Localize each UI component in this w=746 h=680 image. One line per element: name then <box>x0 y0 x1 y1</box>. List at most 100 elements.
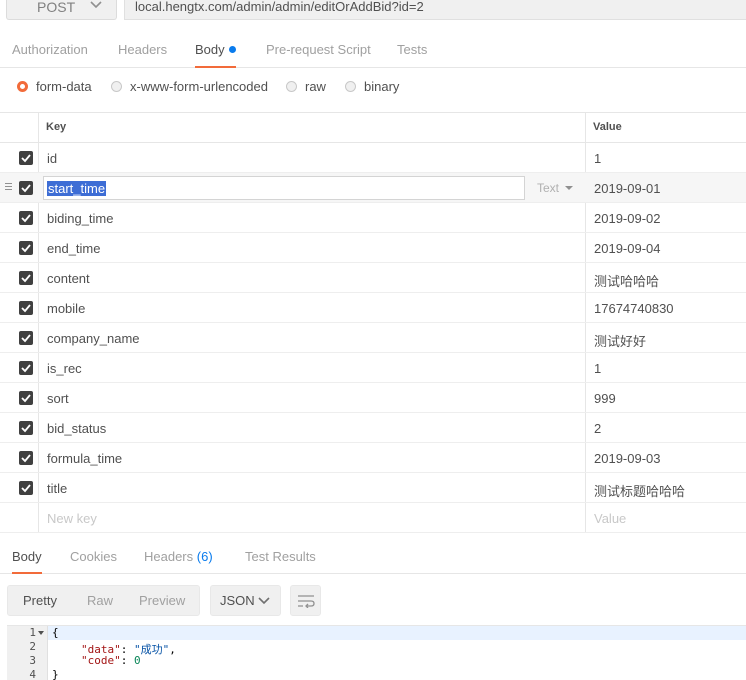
table-row: bid_status 2 <box>0 413 746 443</box>
row-checkbox[interactable] <box>19 211 33 225</box>
line-number-gutter: 1 2 3 4 <box>7 626 48 680</box>
tab-body[interactable]: Body <box>195 42 236 68</box>
radio-binary[interactable]: binary <box>345 79 399 94</box>
row-key[interactable]: company_name <box>47 331 140 346</box>
row-value[interactable]: 测试标题哈哈哈 <box>594 481 685 500</box>
radio-selected-icon <box>17 81 28 92</box>
tab-response-body[interactable]: Body <box>12 549 42 574</box>
mode-preview-button[interactable]: Preview <box>139 593 185 608</box>
mode-raw-button[interactable]: Raw <box>87 593 113 608</box>
table-row: title 测试标题哈哈哈 <box>0 473 746 503</box>
radio-raw[interactable]: raw <box>286 79 326 94</box>
line-number: 1 <box>29 626 36 639</box>
checkmark-icon <box>21 394 31 403</box>
row-checkbox[interactable] <box>19 271 33 285</box>
row-checkbox[interactable] <box>19 241 33 255</box>
tab-tests[interactable]: Tests <box>397 42 427 68</box>
json-key: "code" <box>81 654 121 667</box>
table-row: content 测试哈哈哈 <box>0 263 746 293</box>
row-key[interactable]: mobile <box>47 301 85 316</box>
radio-x-www-form-urlencoded[interactable]: x-www-form-urlencoded <box>111 79 268 94</box>
drag-handle-icon[interactable] <box>5 183 12 193</box>
row-value[interactable]: 2019-09-02 <box>594 211 661 226</box>
table-row: is_rec 1 <box>0 353 746 383</box>
fold-caret-icon[interactable] <box>38 631 44 635</box>
key-type-label: Text <box>537 181 560 195</box>
row-value[interactable]: 2019-09-01 <box>594 181 661 196</box>
row-value[interactable]: 1 <box>594 361 601 376</box>
key-edit-input[interactable]: start_time <box>43 176 525 200</box>
row-key[interactable]: formula_time <box>47 451 122 466</box>
row-checkbox[interactable] <box>19 301 33 315</box>
code-line: { <box>48 626 746 640</box>
close-brace: } <box>52 668 59 680</box>
comma: , <box>169 643 176 656</box>
table-row: formula_time 2019-09-03 <box>0 443 746 473</box>
response-code-view[interactable]: 1 2 3 4 { "data": "成功", "code": 0 } <box>7 625 746 680</box>
radio-form-data[interactable]: form-data <box>17 79 92 94</box>
line-number: 4 <box>29 668 36 680</box>
row-value[interactable]: 2019-09-04 <box>594 241 661 256</box>
row-value[interactable]: 999 <box>594 391 616 406</box>
row-key[interactable]: end_time <box>47 241 100 256</box>
new-key-input[interactable]: New key <box>47 511 97 526</box>
params-table: Key Value id 1 start_time Text 2019-09-0… <box>0 112 746 533</box>
json-number: 0 <box>134 654 141 667</box>
table-row: sort 999 <box>0 383 746 413</box>
row-key[interactable]: content <box>47 271 90 286</box>
checkmark-icon <box>21 484 31 493</box>
format-label: JSON <box>220 593 255 608</box>
tab-headers[interactable]: Headers <box>118 42 167 68</box>
url-input[interactable]: local.hengtx.com/admin/admin/editOrAddBi… <box>124 0 746 20</box>
radio-unselected-icon <box>286 81 297 92</box>
format-select[interactable]: JSON <box>210 585 281 616</box>
body-type-selector: form-data x-www-form-urlencoded raw bina… <box>0 76 746 113</box>
row-value[interactable]: 2 <box>594 421 601 436</box>
row-checkbox[interactable] <box>19 361 33 375</box>
row-checkbox[interactable] <box>19 181 33 195</box>
row-key[interactable]: id <box>47 151 57 166</box>
tab-response-headers[interactable]: Headers (6) <box>144 549 213 574</box>
chevron-down-icon <box>258 597 270 605</box>
row-value[interactable]: 17674740830 <box>594 301 674 316</box>
tab-body-label: Body <box>195 42 225 57</box>
checkmark-icon <box>21 244 31 253</box>
tab-response-headers-label: Headers <box>144 549 194 564</box>
row-value[interactable]: 测试哈哈哈 <box>594 271 659 290</box>
row-key[interactable]: sort <box>47 391 69 406</box>
table-row: biding_time 2019-09-02 <box>0 203 746 233</box>
mode-pretty-button[interactable]: Pretty <box>23 593 57 608</box>
row-value[interactable]: 2019-09-03 <box>594 451 661 466</box>
row-checkbox[interactable] <box>19 391 33 405</box>
row-checkbox[interactable] <box>19 331 33 345</box>
checkmark-icon <box>21 214 31 223</box>
key-type-select[interactable]: Text <box>537 181 574 195</box>
row-key[interactable]: biding_time <box>47 211 114 226</box>
radio-label: raw <box>305 79 326 94</box>
tab-cookies[interactable]: Cookies <box>70 549 117 574</box>
row-checkbox[interactable] <box>19 481 33 495</box>
new-value-input[interactable]: Value <box>594 511 626 526</box>
checkmark-icon <box>21 184 31 193</box>
radio-label: binary <box>364 79 400 94</box>
checkmark-icon <box>21 454 31 463</box>
table-row: id 1 <box>0 143 746 173</box>
line-number: 2 <box>29 640 36 653</box>
row-value[interactable]: 测试好好 <box>594 331 646 350</box>
wrap-lines-button[interactable] <box>290 585 321 616</box>
row-key[interactable]: bid_status <box>47 421 106 436</box>
tab-test-results[interactable]: Test Results <box>245 549 316 574</box>
tab-authorization[interactable]: Authorization <box>12 42 88 68</box>
row-checkbox[interactable] <box>19 151 33 165</box>
radio-unselected-icon <box>111 81 122 92</box>
radio-label: form-data <box>36 79 92 94</box>
line-number: 3 <box>29 654 36 667</box>
row-value[interactable]: 1 <box>594 151 601 166</box>
row-checkbox[interactable] <box>19 451 33 465</box>
key-column-header: Key <box>46 121 67 133</box>
row-key[interactable]: title <box>47 481 67 496</box>
row-key[interactable]: is_rec <box>47 361 82 376</box>
row-checkbox[interactable] <box>19 421 33 435</box>
method-select[interactable]: POST <box>6 0 117 20</box>
tab-pre-request-script[interactable]: Pre-request Script <box>266 42 371 68</box>
